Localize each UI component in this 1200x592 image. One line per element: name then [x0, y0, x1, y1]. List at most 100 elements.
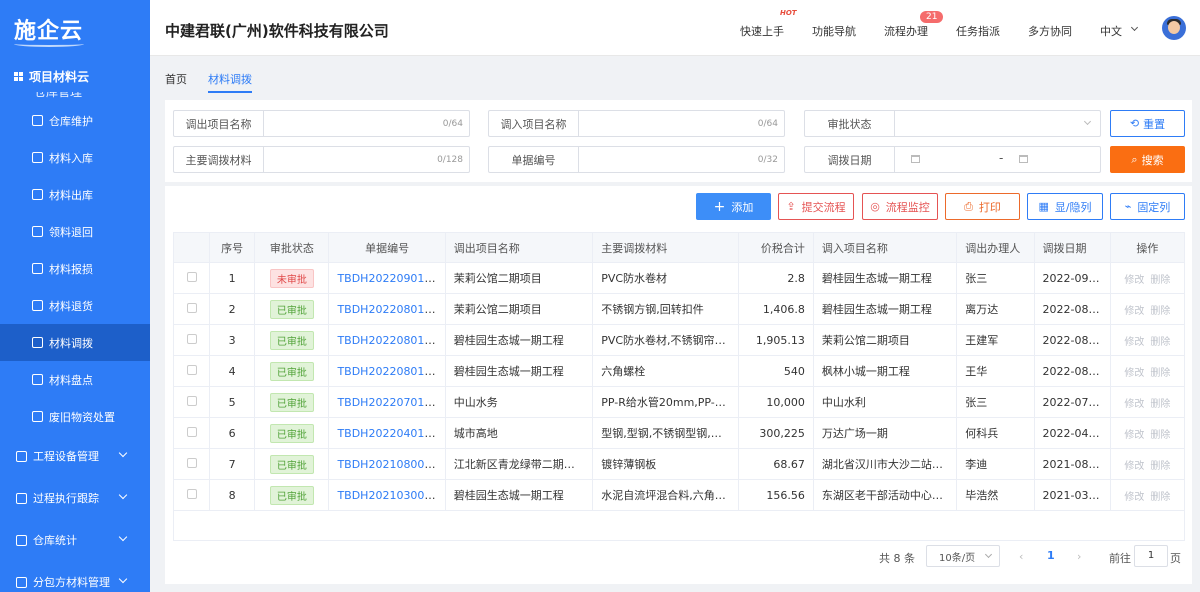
delete-button[interactable]: 删除: [1150, 492, 1170, 503]
menu-item-icon: [32, 337, 43, 348]
sidebar-item[interactable]: 材料出库: [0, 176, 150, 213]
sidebar-group[interactable]: 分包方材料管理: [0, 561, 150, 592]
sidebar-item[interactable]: 仓库维护: [0, 102, 150, 139]
col-header-in-project: 调入项目名称: [812, 232, 958, 263]
edit-button[interactable]: 修改: [1124, 430, 1144, 441]
row-checkbox[interactable]: [186, 271, 197, 282]
cell-date: 2022-09-29: [1033, 262, 1111, 294]
sidebar-item[interactable]: 材料盘点: [0, 361, 150, 398]
sidebar-item[interactable]: 材料调拨: [0, 324, 150, 361]
sidebar-section-label: 项目材料云: [29, 69, 90, 84]
doc-code-link[interactable]: TBDH2021030025: [337, 489, 438, 502]
delete-button[interactable]: 删除: [1150, 275, 1170, 286]
doc-code-link[interactable]: TBDH2022080167: [337, 303, 438, 316]
sidebar-group[interactable]: 工程设备管理: [0, 435, 150, 477]
nav-quick-start[interactable]: 快速上手: [740, 23, 784, 39]
transfer-date-range[interactable]: 调拨日期 -: [804, 146, 1101, 173]
doc-no-field[interactable]: 单据编号 0/32: [488, 146, 785, 173]
table-row[interactable]: 7 已审批 TBDH2021080037 江北新区青龙绿带二期工... 镀锌薄钢板 68.…: [172, 448, 1186, 480]
print-button[interactable]: ⎙ 打印: [945, 193, 1020, 220]
tab-material-transfer[interactable]: 材料调拨: [208, 71, 252, 87]
row-checkbox[interactable]: [186, 488, 197, 499]
language-select[interactable]: 中文: [1100, 23, 1122, 39]
nav-collaboration[interactable]: 多方协同: [1028, 23, 1072, 39]
sidebar-item[interactable]: 材料入库: [0, 139, 150, 176]
col-header-amount: 价税合计: [737, 232, 814, 263]
show-hide-columns-button[interactable]: ▦ 显/隐列: [1027, 193, 1103, 220]
doc-code-link[interactable]: TBDH2022040100: [337, 427, 438, 440]
delete-button[interactable]: 删除: [1150, 368, 1170, 379]
approval-status-select[interactable]: 审批状态: [804, 110, 1101, 137]
cell-person: 离万达: [956, 293, 1035, 325]
tab-home[interactable]: 首页: [165, 71, 187, 87]
nav-workflow[interactable]: 流程办理: [884, 23, 928, 39]
doc-code-link[interactable]: TBDH2022070145: [337, 396, 438, 409]
table-row[interactable]: 8 已审批 TBDH2021030025 碧桂园生态城一期工程 水泥自流坪混合料,六角螺…: [172, 479, 1186, 511]
goto-page-input[interactable]: 1: [1134, 545, 1168, 567]
row-checkbox[interactable]: [186, 333, 197, 344]
edit-button[interactable]: 修改: [1124, 275, 1144, 286]
doc-code-link[interactable]: TBDH2022080161: [337, 365, 438, 378]
edit-button[interactable]: 修改: [1124, 368, 1144, 379]
edit-button[interactable]: 修改: [1124, 492, 1144, 503]
logo-text: 施企云: [14, 19, 84, 44]
page-size-select[interactable]: 10条/页: [926, 545, 1000, 567]
material-field[interactable]: 主要调拨材料 0/128: [173, 146, 470, 173]
table-row[interactable]: 5 已审批 TBDH2022070145 中山水务 PP-R给水管20mm,PP-R..…: [172, 386, 1186, 418]
delete-button[interactable]: 删除: [1150, 337, 1170, 348]
edit-button[interactable]: 修改: [1124, 337, 1144, 348]
row-checkbox[interactable]: [186, 426, 197, 437]
sidebar-item[interactable]: 材料退货: [0, 287, 150, 324]
delete-button[interactable]: 删除: [1150, 430, 1170, 441]
cell-material: 六角螺栓: [592, 355, 739, 387]
prev-page-button[interactable]: ‹: [1019, 550, 1023, 563]
row-checkbox[interactable]: [186, 302, 197, 313]
row-checkbox[interactable]: [186, 395, 197, 406]
edit-button[interactable]: 修改: [1124, 399, 1144, 410]
table-row[interactable]: 2 已审批 TBDH2022080167 茉莉公馆二期项目 不锈钢方钢,回转扣件 1,40…: [172, 293, 1186, 325]
row-checkbox-cell: [172, 448, 211, 480]
table-row[interactable]: 1 未审批 TBDH2022090173 茉莉公馆二期项目 PVC防水卷材 2.8 碧桂园生…: [172, 262, 1186, 294]
row-checkbox[interactable]: [186, 457, 197, 468]
status-badge: 已审批: [269, 454, 314, 474]
table-row[interactable]: 4 已审批 TBDH2022080161 碧桂园生态城一期工程 六角螺栓 540 枫林小城一…: [172, 355, 1186, 387]
sidebar-group[interactable]: 仓库统计: [0, 519, 150, 561]
sidebar-group[interactable]: 过程执行跟踪: [0, 477, 150, 519]
cell-status: 已审批: [254, 448, 330, 480]
submit-label: 提交流程: [801, 200, 846, 214]
delete-button[interactable]: 删除: [1150, 399, 1170, 410]
current-page[interactable]: 1: [1047, 549, 1055, 562]
reset-button[interactable]: ⟲ 重置: [1110, 110, 1185, 137]
avatar[interactable]: [1162, 16, 1186, 40]
row-checkbox[interactable]: [186, 364, 197, 375]
delete-button[interactable]: 删除: [1150, 306, 1170, 317]
delete-button[interactable]: 删除: [1150, 461, 1170, 472]
out-project-field[interactable]: 调出项目名称 0/64: [173, 110, 470, 137]
sidebar-section-title[interactable]: 项目材料云: [0, 60, 150, 92]
in-project-field[interactable]: 调入项目名称 0/64: [488, 110, 785, 137]
doc-code-link[interactable]: TBDH2022080163: [337, 334, 438, 347]
sidebar-item[interactable]: 领料退回: [0, 213, 150, 250]
search-button[interactable]: ⌕ 搜索: [1110, 146, 1185, 173]
doc-code-link[interactable]: TBDH2021080037: [337, 458, 438, 471]
sidebar-item[interactable]: 材料报损: [0, 250, 150, 287]
nav-task-assign[interactable]: 任务指派: [956, 23, 1000, 39]
doc-code-link[interactable]: TBDH2022090173: [337, 272, 438, 285]
table-row[interactable]: 6 已审批 TBDH2022040100 城市高地 型钢,型钢,不锈钢型钢,镀... 30…: [172, 417, 1186, 449]
edit-button[interactable]: 修改: [1124, 461, 1144, 472]
workflow-monitor-button[interactable]: ◎ 流程监控: [862, 193, 938, 220]
edit-button[interactable]: 修改: [1124, 306, 1144, 317]
submit-workflow-button[interactable]: ⇪ 提交流程: [778, 193, 854, 220]
select-all-checkbox-cell[interactable]: [172, 232, 211, 263]
cell-no: 8: [209, 479, 256, 511]
cell-actions: 修改 删除: [1109, 293, 1186, 325]
fix-columns-button[interactable]: ⌁ 固定列: [1110, 193, 1185, 220]
sidebar-item[interactable]: 废旧物资处置: [0, 398, 150, 435]
table-row[interactable]: 3 已审批 TBDH2022080163 碧桂园生态城一期工程 PVC防水卷材,不锈钢帘…: [172, 324, 1186, 356]
menu-item-icon: [32, 300, 43, 311]
cell-material: 不锈钢方钢,回转扣件: [592, 293, 739, 325]
next-page-button[interactable]: ›: [1077, 550, 1081, 563]
cell-code: TBDH2022080161: [328, 355, 446, 387]
add-button[interactable]: + 添加: [696, 193, 771, 220]
nav-function-guide[interactable]: 功能导航: [812, 23, 856, 39]
